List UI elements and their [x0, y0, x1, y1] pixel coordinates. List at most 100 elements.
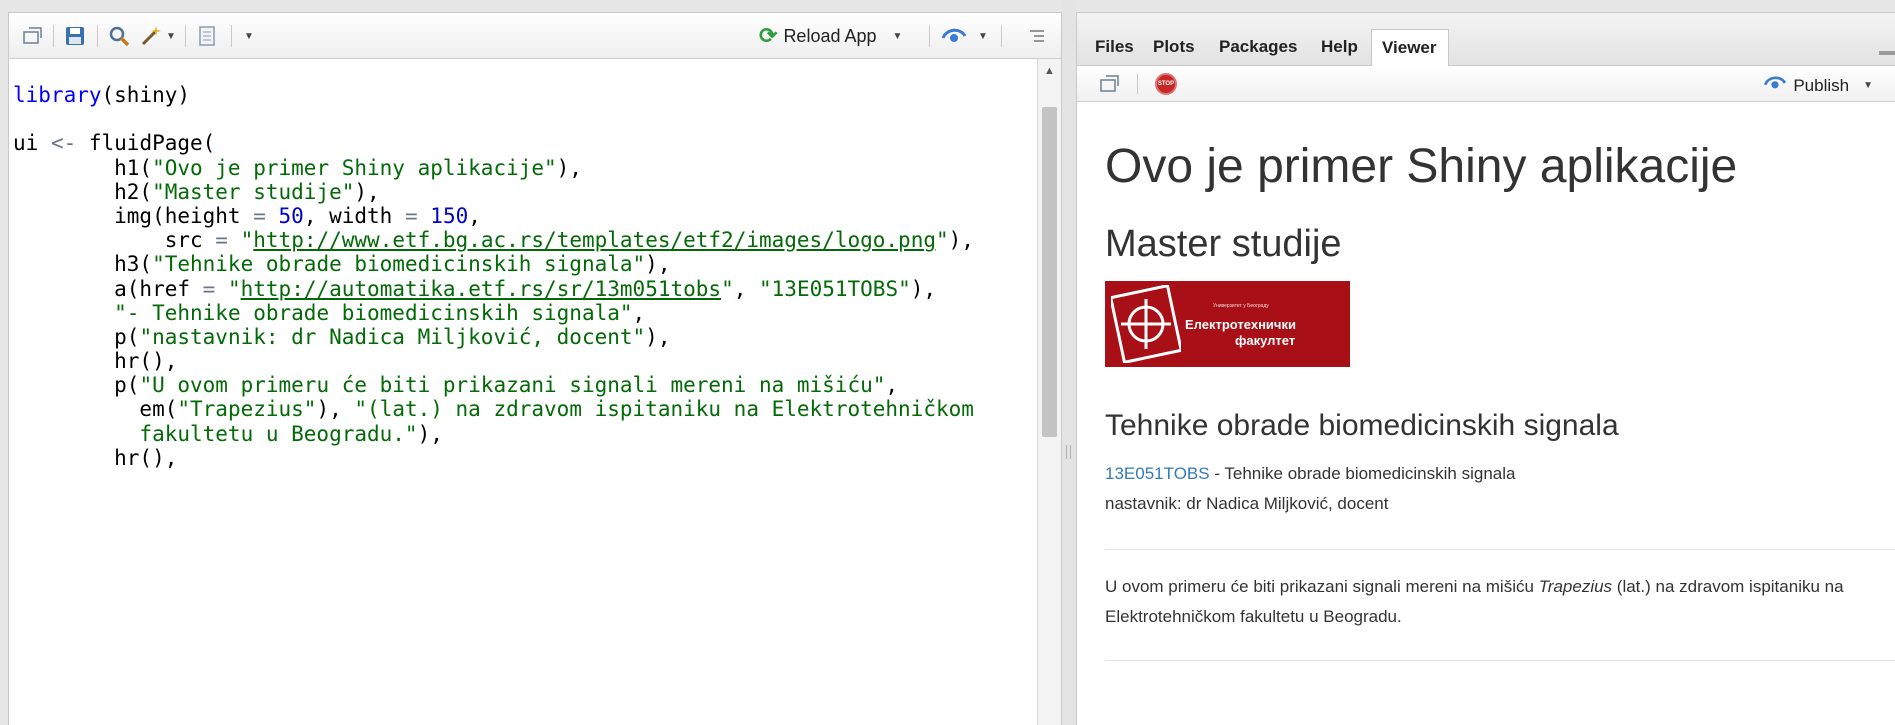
code-line: em("Trapezius"), "(lat.) na zdravom ispi…: [13, 397, 1037, 421]
more-options-chevron-icon[interactable]: ▼: [241, 23, 257, 49]
code-token: (shiny): [101, 83, 191, 107]
code-line: h2("Master studije"),: [13, 180, 1037, 204]
code-line: hr(),: [13, 349, 1037, 373]
logo-line1: Електротехнички: [1185, 317, 1296, 332]
code-token: <-: [50, 131, 77, 156]
code-token: ),: [556, 155, 582, 180]
search-icon[interactable]: [105, 23, 133, 49]
code-line: a(href = "http://automatika.etf.rs/sr/13…: [13, 277, 1037, 301]
code-token: "- Tehnike obrade biomedicinskih signala…: [114, 300, 633, 325]
chevron-down-icon[interactable]: ▼: [165, 23, 177, 49]
tab-packages[interactable]: Packages: [1209, 29, 1307, 66]
tab-viewer[interactable]: Viewer: [1371, 29, 1449, 67]
code-token: =: [253, 203, 266, 228]
stop-icon[interactable]: STOP: [1155, 73, 1177, 95]
logo-small-text: Универзитет у Београду: [1213, 303, 1269, 309]
reload-app-label: Reload App: [783, 25, 877, 46]
code-token: "Ovo je primer Shiny aplikacije": [152, 155, 557, 180]
tab-help[interactable]: Help: [1311, 29, 1368, 66]
code-token: http://automatika.etf.rs/sr/13m051tobs: [240, 276, 722, 301]
code-token: "Tehnike obrade biomedicinskih signala": [152, 252, 646, 277]
code-tools-wand-icon[interactable]: [137, 23, 165, 49]
viewer-toolbar: STOP Publish ▼: [1077, 66, 1895, 102]
app-preview: Ovo je primer Shiny aplikacije Master st…: [1077, 103, 1895, 725]
code-line: hr(),: [13, 446, 1037, 470]
code-token: ),: [910, 276, 937, 301]
code-token: library: [13, 83, 102, 107]
description-paragraph: U ovom primeru će biti prikazani signali…: [1105, 572, 1885, 632]
outline-icon[interactable]: [1025, 23, 1049, 49]
source-editor-pane: ▼ ▼ ⟳ Reload App ▼ ▼ library(shiny) ui <…: [8, 12, 1062, 725]
editor-toolbar: ▼ ▼ ⟳ Reload App ▼ ▼: [9, 13, 1061, 59]
code-line: src = "http://www.etf.bg.ac.rs/templates…: [13, 228, 1037, 252]
code-token: ),: [645, 324, 671, 349]
minimize-icon[interactable]: [1879, 51, 1895, 55]
scrollbar-thumb[interactable]: [1042, 107, 1057, 437]
reload-app-button[interactable]: ⟳ Reload App ▼: [759, 23, 902, 49]
code-token: "Master studije": [152, 179, 355, 204]
publish-icon[interactable]: [939, 23, 969, 49]
stop-label: STOP: [1157, 81, 1175, 87]
code-token: "nastavnik: dr Nadica Miljković, docent": [139, 324, 646, 349]
save-icon[interactable]: [61, 23, 89, 49]
code-token: , width: [303, 203, 405, 228]
chevron-down-icon[interactable]: ▼: [977, 23, 989, 49]
etf-logo: Универзитет у Београду Електротехнички ф…: [1105, 281, 1350, 367]
course-link[interactable]: 13E051TOBS: [1105, 464, 1210, 483]
code-token: h1(: [13, 155, 153, 180]
editor-scrollbar[interactable]: ▲: [1037, 59, 1061, 725]
code-token: ),: [354, 179, 380, 204]
publish-label: Publish: [1793, 75, 1850, 95]
code-token: a(href: [13, 276, 203, 301]
code-editor[interactable]: library(shiny) ui <- fluidPage( h1("Ovo …: [9, 59, 1037, 725]
code-token: "(lat.) na zdravom ispitaniku na Elektro…: [354, 397, 974, 422]
code-token: "13E051TOBS": [759, 276, 911, 301]
code-token: 150: [430, 203, 469, 228]
code-token: =: [215, 228, 228, 253]
horizontal-rule: [1105, 660, 1895, 661]
code-token: hr(),: [13, 445, 178, 470]
code-token: "U ovom primeru će biti prikazani signal…: [139, 373, 886, 398]
code-token: ),: [417, 421, 443, 446]
teacher-paragraph: nastavnik: dr Nadica Miljković, docent: [1105, 494, 1389, 513]
code-token: 50: [278, 203, 304, 228]
compile-report-icon[interactable]: [193, 23, 221, 49]
show-in-window-icon[interactable]: [19, 23, 47, 49]
code-token: ,: [733, 276, 760, 301]
chevron-down-icon: ▼: [1863, 80, 1873, 91]
code-token: src: [13, 228, 216, 253]
code-token: =: [404, 203, 418, 228]
code-token: http://www.etf.bg.ac.rs/templates/etf2/i…: [253, 228, 936, 253]
course-heading: Tehnike obrade biomedicinskih signala: [1105, 409, 1619, 442]
code-token: img(height: [13, 203, 254, 228]
app-title: Ovo je primer Shiny aplikacije: [1105, 140, 1738, 193]
splitter-grip-icon: [1066, 445, 1071, 459]
course-line: 13E051TOBS - Tehnike obrade biomedicinsk…: [1105, 459, 1895, 489]
code-line: img(height = 50, width = 150,: [13, 204, 1037, 228]
scroll-up-icon[interactable]: ▲: [1044, 65, 1055, 77]
code-token: ),: [316, 397, 355, 422]
publish-button[interactable]: Publish ▼: [1763, 74, 1873, 97]
code-token: ": [721, 276, 734, 301]
tab-files[interactable]: Files: [1085, 29, 1144, 66]
code-line: h1("Ovo je primer Shiny aplikacije"),: [13, 156, 1037, 180]
show-in-window-icon[interactable]: [1099, 74, 1121, 99]
code-line: ui <- fluidPage(: [13, 131, 1037, 155]
code-token: ": [936, 228, 949, 253]
code-line: p("U ovom primeru će biti prikazani sign…: [13, 373, 1037, 397]
horizontal-rule: [1105, 549, 1895, 550]
app-subtitle: Master studije: [1105, 223, 1342, 265]
tab-plots[interactable]: Plots: [1143, 29, 1205, 66]
code-line: library(shiny): [13, 83, 1037, 107]
code-content: library(shiny) ui <- fluidPage( h1("Ovo …: [9, 59, 1037, 470]
code-token: h2(: [13, 179, 153, 204]
code-token: fluidPage(: [76, 131, 216, 156]
code-token: ,: [468, 203, 481, 228]
code-token: h3(: [13, 252, 153, 277]
pane-splitter[interactable]: [1062, 0, 1076, 725]
